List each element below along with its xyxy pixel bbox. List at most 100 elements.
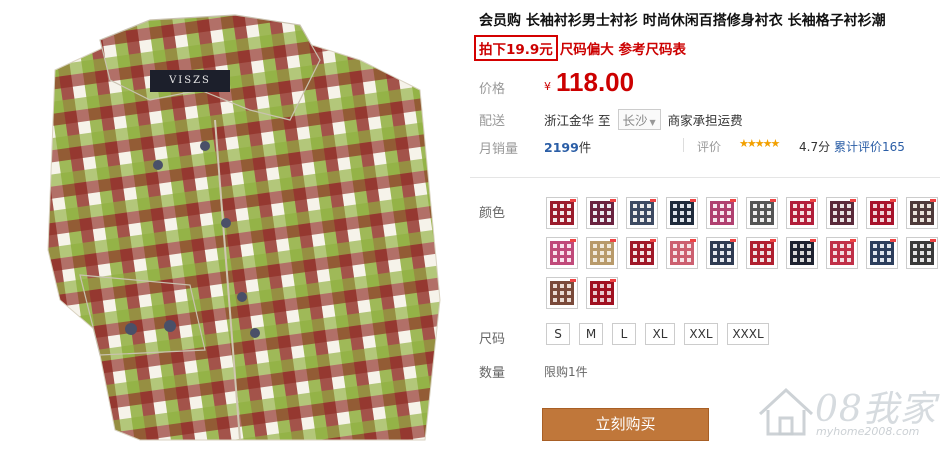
- color-swatch[interactable]: [546, 197, 578, 229]
- promo-highlight-box: 拍下19.9元: [474, 35, 558, 61]
- rating-label: 评价: [697, 140, 722, 154]
- city-select[interactable]: 长沙 ▼: [617, 109, 661, 130]
- price-value: 118.00: [556, 67, 635, 97]
- swatch-tag: [930, 199, 936, 202]
- swatch-pattern: [670, 241, 694, 265]
- color-swatch[interactable]: [746, 197, 778, 229]
- shipping-note: 商家承担运费: [667, 113, 743, 128]
- swatch-tag: [810, 199, 816, 202]
- swatch-tag: [930, 239, 936, 242]
- swatch-tag: [650, 199, 656, 202]
- review-count-link[interactable]: 累计评价165: [834, 138, 905, 155]
- swatch-tag: [770, 199, 776, 202]
- swatch-pattern: [710, 201, 734, 225]
- quantity-label: 数量: [479, 366, 506, 381]
- swatch-pattern: [630, 241, 654, 265]
- color-swatch[interactable]: [626, 237, 658, 269]
- star-rating-icon: ★★★★★: [739, 137, 780, 150]
- product-image: VISZS: [0, 0, 462, 452]
- swatch-tag: [570, 239, 576, 242]
- swatch-pattern: [910, 241, 934, 265]
- sales-unit: 件: [578, 140, 592, 155]
- swatch-pattern: [550, 201, 574, 225]
- swatch-pattern: [870, 201, 894, 225]
- swatch-pattern: [790, 201, 814, 225]
- color-swatch[interactable]: [666, 197, 698, 229]
- color-swatch[interactable]: [866, 237, 898, 269]
- swatch-pattern: [630, 201, 654, 225]
- swatch-pattern: [590, 241, 614, 265]
- color-swatch[interactable]: [706, 197, 738, 229]
- size-option[interactable]: M: [579, 323, 603, 345]
- color-swatch[interactable]: [826, 197, 858, 229]
- size-option[interactable]: S: [546, 323, 570, 345]
- section-divider: [470, 177, 940, 178]
- swatch-tag: [890, 199, 896, 202]
- color-swatch[interactable]: [786, 237, 818, 269]
- size-option[interactable]: XXL: [684, 323, 718, 345]
- city-value: 长沙: [622, 113, 648, 128]
- swatch-tag: [890, 239, 896, 242]
- swatch-pattern: [790, 241, 814, 265]
- promo-text: 拍下19.9元 尺码偏大 参考尺码表: [474, 35, 687, 61]
- size-label: 尺码: [479, 332, 506, 347]
- color-swatch[interactable]: [706, 237, 738, 269]
- rating-score: 4.7分: [799, 140, 831, 154]
- shipping-label: 配送: [479, 114, 506, 129]
- swatch-pattern: [910, 201, 934, 225]
- ship-from: 浙江金华: [544, 113, 595, 128]
- swatch-pattern: [550, 281, 574, 305]
- swatch-tag: [850, 239, 856, 242]
- color-swatch[interactable]: [546, 237, 578, 269]
- swatch-tag: [610, 239, 616, 242]
- swatch-pattern: [830, 201, 854, 225]
- monthly-sales-label: 月销量: [479, 142, 519, 157]
- color-swatch[interactable]: [626, 197, 658, 229]
- swatch-pattern: [750, 241, 774, 265]
- currency-symbol: ¥: [544, 80, 551, 93]
- color-swatch[interactable]: [666, 237, 698, 269]
- swatch-pattern: [670, 201, 694, 225]
- promo-size-note: 尺码偏大 参考尺码表: [559, 42, 687, 58]
- size-option[interactable]: XL: [645, 323, 675, 345]
- color-swatch[interactable]: [906, 197, 938, 229]
- divider: [683, 138, 684, 152]
- size-option[interactable]: XXXL: [727, 323, 769, 345]
- shipping-info: 浙江金华 至 长沙 ▼ 商家承担运费: [544, 109, 743, 130]
- color-swatch[interactable]: [586, 237, 618, 269]
- plaid-shirt-illustration: [47, 14, 441, 441]
- price-label: 价格: [479, 82, 506, 97]
- swatch-tag: [730, 239, 736, 242]
- swatch-tag: [690, 239, 696, 242]
- color-swatch[interactable]: [906, 237, 938, 269]
- swatch-tag: [770, 239, 776, 242]
- swatch-tag: [570, 199, 576, 202]
- chevron-down-icon: ▼: [649, 118, 656, 127]
- swatch-pattern: [870, 241, 894, 265]
- swatch-pattern: [830, 241, 854, 265]
- swatch-tag: [650, 239, 656, 242]
- sales-count: 2199: [544, 140, 579, 155]
- color-swatch[interactable]: [866, 197, 898, 229]
- swatch-pattern: [590, 281, 614, 305]
- swatch-pattern: [550, 241, 574, 265]
- color-swatch[interactable]: [586, 197, 618, 229]
- buy-now-button[interactable]: 立刻购买: [542, 408, 709, 441]
- color-label: 颜色: [479, 206, 506, 221]
- color-swatch[interactable]: [826, 237, 858, 269]
- monthly-sales: 2199件: [544, 137, 591, 156]
- swatch-tag: [570, 279, 576, 282]
- swatch-tag: [610, 199, 616, 202]
- color-swatch[interactable]: [546, 277, 578, 309]
- size-option[interactable]: L: [612, 323, 636, 345]
- ship-to-word: 至: [598, 113, 611, 128]
- color-swatch[interactable]: [786, 197, 818, 229]
- swatch-pattern: [710, 241, 734, 265]
- color-swatch[interactable]: [586, 277, 618, 309]
- swatch-pattern: [590, 201, 614, 225]
- brand-label: VISZS: [150, 70, 230, 92]
- color-swatch[interactable]: [746, 237, 778, 269]
- swatch-tag: [690, 199, 696, 202]
- swatch-tag: [610, 279, 616, 282]
- swatch-tag: [730, 199, 736, 202]
